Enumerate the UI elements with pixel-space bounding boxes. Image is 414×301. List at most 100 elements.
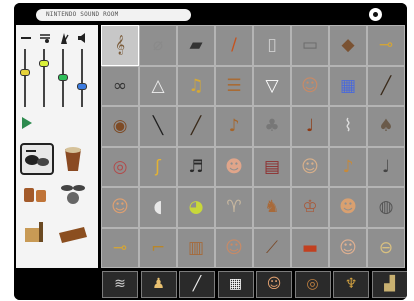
lyre-category-button[interactable]: ♆ [333, 271, 369, 298]
chips-icon: ▬ [301, 237, 319, 258]
instrument-cell[interactable]: ▯ [253, 25, 291, 66]
instrument-cell[interactable]: ♬ [177, 146, 215, 187]
instrument-cell[interactable]: ▭ [291, 25, 329, 66]
instrument-cell[interactable]: ☺ [291, 146, 329, 187]
metronome-icon[interactable] [57, 31, 71, 45]
mandolin-icon: ♪ [228, 116, 240, 137]
instrument-cell[interactable]: / [215, 25, 253, 66]
clarinet-icon: ╲ [152, 116, 164, 137]
tools-icon[interactable] [21, 220, 51, 246]
title-text: NINTENDO SOUND ROOM [46, 11, 119, 18]
bagpipe-icon: ♣ [264, 116, 280, 137]
instrument-cell[interactable]: ♩ [367, 146, 405, 187]
instrument-cell[interactable]: ▥ [177, 227, 215, 268]
monkey-icon: ◍ [378, 197, 394, 218]
slider-knob[interactable] [58, 74, 68, 81]
flute-icon: ╱ [380, 75, 392, 96]
baby-face-icon: ☻ [225, 156, 243, 177]
instrument-cell[interactable]: ♪ [215, 106, 253, 147]
instrument-cell[interactable]: ╱ [367, 65, 405, 106]
alien-icon: ◕ [188, 197, 204, 218]
bell-icon: ♠ [378, 116, 394, 137]
instrument-cell[interactable]: ╱ [177, 106, 215, 147]
gun-icon: ⌐ [150, 237, 166, 258]
instrument-cell[interactable]: 𝄞 [101, 25, 139, 66]
instrument-cell[interactable]: ☺ [215, 227, 253, 268]
speaker-icon[interactable] [76, 31, 90, 45]
trumpet-icon: ⊸ [112, 237, 128, 258]
woodblock-icon[interactable] [56, 223, 90, 245]
title-field[interactable]: NINTENDO SOUND ROOM [36, 9, 191, 21]
girl-face-icon: ☺ [111, 197, 129, 218]
instrument-cell[interactable]: ☺ [101, 187, 139, 228]
rooster-icon: ♔ [302, 197, 318, 218]
instrument-cell[interactable]: ☻ [329, 187, 367, 228]
instrument-cell[interactable]: ▤ [253, 146, 291, 187]
slider-1[interactable] [20, 49, 30, 107]
keyboard-category-button[interactable]: ▦ [217, 271, 254, 298]
instrument-cell[interactable]: ◖ [139, 187, 177, 228]
conga-icon[interactable] [60, 146, 86, 174]
slider-4[interactable] [77, 49, 87, 107]
slider-knob[interactable] [20, 69, 30, 76]
instrument-cell[interactable]: ♣ [253, 106, 291, 147]
instrument-cell[interactable]: ◕ [177, 187, 215, 228]
instrument-cell[interactable]: ♪ [329, 146, 367, 187]
family-icon: ☺ [266, 276, 282, 292]
instrument-cell[interactable]: ◎ [101, 146, 139, 187]
instrument-cell[interactable]: ♈ [215, 187, 253, 228]
app-window: NINTENDO SOUND ROOM 𝄞 ⌀ ▰ / ▯ ▭ ◆ ⊸ ∞ △ … [14, 3, 407, 300]
minus-icon[interactable] [19, 31, 33, 45]
instrument-cell[interactable]: ⌇ [329, 106, 367, 147]
baton-category-button[interactable]: ╱ [179, 271, 215, 298]
easel-category-button[interactable]: ▟ [371, 271, 407, 298]
electric-guitar-icon: ♩ [381, 156, 391, 177]
instrument-grid: 𝄞 ⌀ ▰ / ▯ ▭ ◆ ⊸ ∞ △ ♫ ☰ ▽ ☺ ▦ ╱ ◉ ╲ ╱ ♪ ♣ ♩ ⌇ ♠ ◎ ʃ ♬ ☻ ▤ ☺ ♪ ♩ ☺ ◖ ◕ ♈ ♞ ♔ ☻ ◍… [101, 25, 405, 268]
drums-icon: ◎ [306, 276, 319, 292]
instrument-cell[interactable]: ◉ [101, 106, 139, 147]
wave-category-button[interactable]: ≋ [102, 271, 138, 298]
instrument-cell[interactable]: ☻ [215, 146, 253, 187]
settings-icon[interactable] [369, 8, 382, 21]
drum-kit-icon[interactable] [20, 143, 54, 175]
instrument-cell[interactable]: ▦ [329, 65, 367, 106]
instrument-cell[interactable]: ⊸ [367, 25, 405, 66]
instrument-cell[interactable]: ♠ [367, 106, 405, 147]
baton-icon: ╱ [192, 276, 202, 292]
slider-knob[interactable] [39, 60, 49, 67]
slider-2[interactable] [39, 49, 49, 107]
instrument-cell[interactable]: ♩ [291, 106, 329, 147]
instrument-cell[interactable]: ♞ [253, 187, 291, 228]
instrument-cell[interactable]: ╲ [139, 106, 177, 147]
slider-knob[interactable] [77, 83, 87, 90]
instrument-cell[interactable]: ☺ [329, 227, 367, 268]
drums-icon[interactable] [21, 180, 49, 206]
guitarist-category-button[interactable]: ♟ [140, 271, 177, 298]
instrument-cell[interactable]: ◆ [329, 25, 367, 66]
instrument-cell[interactable]: ⟋ [253, 227, 291, 268]
drum-set-icon[interactable] [58, 180, 88, 206]
instrument-cell[interactable]: ⊸ [101, 227, 139, 268]
instrument-cell[interactable]: ▽ [253, 65, 291, 106]
instrument-cell[interactable]: ⌐ [139, 227, 177, 268]
harmonica-icon: ▭ [301, 35, 319, 56]
singer-icon: ☺ [301, 156, 319, 177]
instrument-cell[interactable]: △ [139, 65, 177, 106]
instrument-grid-area: 𝄞 ⌀ ▰ / ▯ ▭ ◆ ⊸ ∞ △ ♫ ☰ ▽ ☺ ▦ ╱ ◉ ╲ ╱ ♪ ♣ ♩ ⌇ ♠ ◎ ʃ ♬ ☻ ▤ ☺ ♪ ♩ ☺ ◖ ◕ ♈ ♞ ♔ ☻ ◍… [101, 25, 405, 268]
instrument-cell[interactable]: ☰ [215, 65, 253, 106]
drums-category-button[interactable]: ◎ [294, 271, 331, 298]
instrument-cell[interactable]: ʃ [139, 146, 177, 187]
note-icon[interactable] [38, 31, 52, 45]
family-category-button[interactable]: ☺ [256, 271, 292, 298]
play-icon[interactable] [22, 117, 32, 129]
instrument-cell[interactable]: ♔ [291, 187, 329, 228]
instrument-cell[interactable]: ♫ [177, 65, 215, 106]
instrument-cell[interactable]: ▰ [177, 25, 215, 66]
instrument-cell[interactable]: ⊖ [367, 227, 405, 268]
instrument-cell[interactable]: ∞ [101, 65, 139, 106]
instrument-cell[interactable]: ◍ [367, 187, 405, 228]
instrument-cell[interactable]: ⌀ [139, 25, 177, 66]
instrument-cell[interactable]: ☺ [291, 65, 329, 106]
instrument-cell[interactable]: ▬ [291, 227, 329, 268]
slider-3[interactable] [58, 49, 68, 107]
